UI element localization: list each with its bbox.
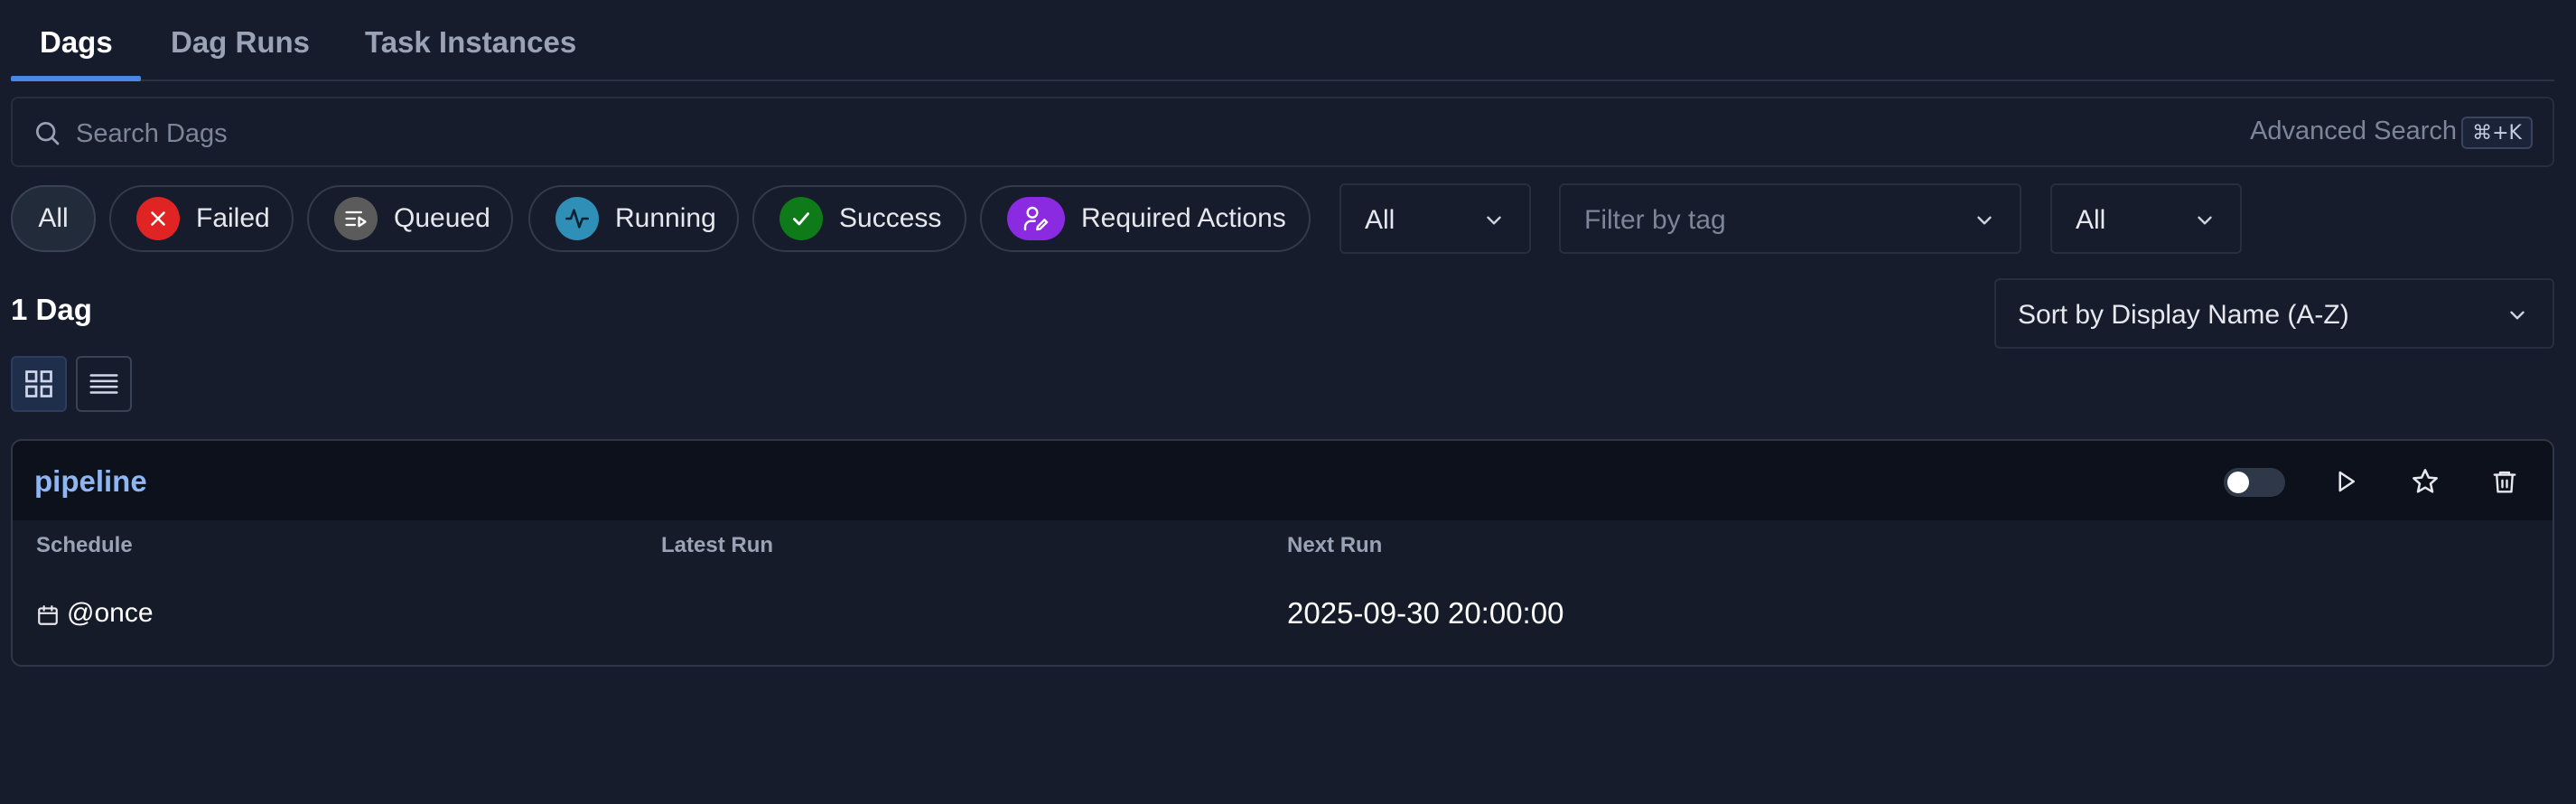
filter-failed-button[interactable]: Failed <box>109 185 294 252</box>
trash-icon <box>2493 471 2516 493</box>
star-icon <box>2413 469 2438 493</box>
tab-bar: Dags Dag Runs Task Instances <box>11 0 2554 81</box>
filter-running-button[interactable]: Running <box>528 185 739 252</box>
table-view-button[interactable] <box>76 356 132 412</box>
filter-success-button[interactable]: Success <box>752 185 966 252</box>
card-view-button[interactable] <box>11 356 67 412</box>
tag-mode-value: All <box>2076 205 2106 235</box>
play-icon <box>2338 471 2355 492</box>
next-run-header: Next Run <box>1287 533 1383 557</box>
search-input[interactable] <box>74 111 1703 156</box>
toggle-knob <box>2227 472 2249 493</box>
grid-icon <box>25 370 52 397</box>
dag-card-header: pipeline <box>13 441 2553 520</box>
sort-value: Sort by Display Name (A-Z) <box>2018 300 2349 330</box>
paused-filter-select[interactable]: All <box>1339 183 1531 254</box>
tag-filter-select[interactable]: Filter by tag <box>1559 183 2021 254</box>
sort-select[interactable]: Sort by Display Name (A-Z) <box>1994 278 2554 349</box>
tab-dags[interactable]: Dags <box>40 25 113 60</box>
check-icon <box>779 197 823 240</box>
activity-icon <box>555 197 599 240</box>
favorite-button[interactable] <box>2404 461 2446 502</box>
filter-all-button[interactable]: All <box>11 185 96 252</box>
user-edit-icon <box>1007 197 1065 240</box>
filter-failed-label: Failed <box>196 203 270 233</box>
tag-mode-select[interactable]: All <box>2050 183 2242 254</box>
dag-card: pipeline Schedule Latest Run Next Run @o… <box>11 439 2554 667</box>
trigger-dag-button[interactable] <box>2325 461 2366 502</box>
filter-required-actions-button[interactable]: Required Actions <box>980 185 1311 252</box>
advanced-search-link[interactable]: Advanced Search <box>2250 117 2457 146</box>
filter-required-actions-label: Required Actions <box>1081 203 1286 233</box>
filter-running-label: Running <box>615 203 716 233</box>
filter-queued-button[interactable]: Queued <box>307 185 513 252</box>
schedule-value: @once <box>67 598 154 628</box>
filter-all-label: All <box>38 203 69 233</box>
chevron-down-icon <box>1487 216 1501 225</box>
search-icon <box>36 122 60 145</box>
filter-success-label: Success <box>839 203 942 233</box>
chevron-down-icon <box>2198 216 2212 225</box>
tag-filter-placeholder: Filter by tag <box>1584 205 1726 235</box>
delete-dag-button[interactable] <box>2484 461 2525 502</box>
paused-filter-value: All <box>1365 205 1395 235</box>
search-bar: Advanced Search ⌘+K <box>11 97 2554 167</box>
tab-dag-runs[interactable]: Dag Runs <box>171 25 310 60</box>
chevron-down-icon <box>2510 311 2525 320</box>
latest-run-header: Latest Run <box>661 533 774 557</box>
pause-toggle[interactable] <box>2224 468 2285 497</box>
next-run-value: 2025-09-30 20:00:00 <box>1287 596 1564 630</box>
x-icon <box>136 197 180 240</box>
calendar-icon <box>38 605 58 625</box>
filter-queued-label: Queued <box>394 203 490 233</box>
queue-icon <box>334 197 378 240</box>
list-icon <box>89 374 118 394</box>
dag-count: 1 Dag <box>11 293 92 326</box>
schedule-header: Schedule <box>36 533 133 557</box>
active-tab-indicator <box>11 76 141 81</box>
tab-task-instances[interactable]: Task Instances <box>365 25 576 60</box>
dag-name-link[interactable]: pipeline <box>34 464 147 499</box>
chevron-down-icon <box>1977 216 1992 225</box>
keyboard-shortcut-badge: ⌘+K <box>2461 117 2533 149</box>
